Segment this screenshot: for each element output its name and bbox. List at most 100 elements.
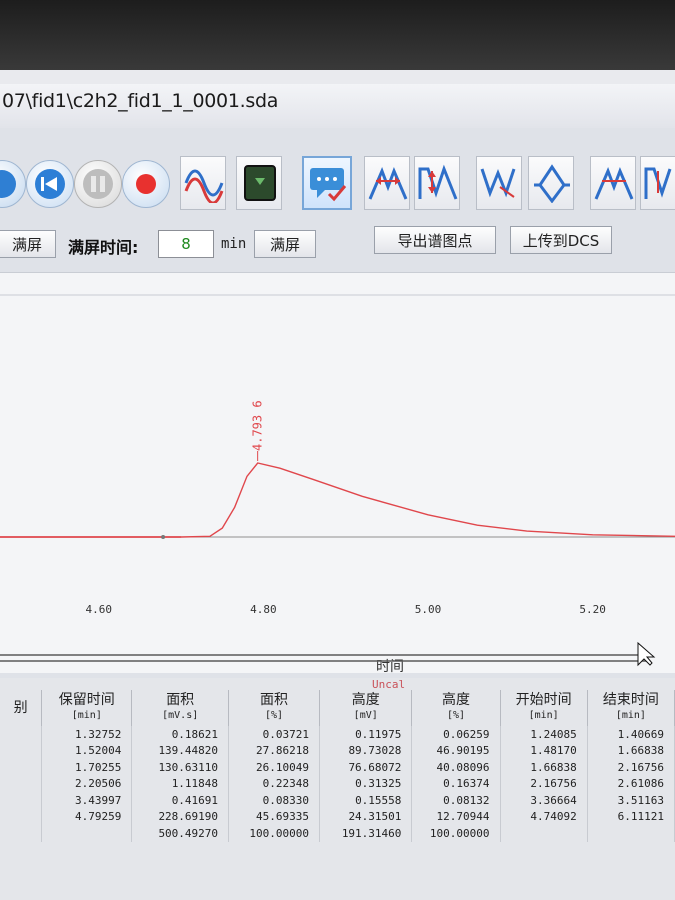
table-header-cell[interactable]: 别 [0, 690, 43, 726]
table-header-cell[interactable]: 面积 [mV.s] [131, 690, 230, 726]
table-cell: 0.18621 [131, 726, 230, 743]
fullscreen-time-input[interactable]: 8 [158, 230, 214, 258]
peak-join-2-button[interactable] [640, 156, 675, 210]
chat-icon [310, 168, 347, 202]
x-tick-label: 5.20 [579, 603, 606, 616]
chat-button[interactable] [302, 156, 352, 210]
table-header-cell[interactable]: 结束时间 [min] [587, 690, 675, 726]
table-cell: 46.90195 [411, 742, 501, 759]
table-cell: 4.74092 [500, 808, 588, 825]
upload-dcs-button[interactable]: 上传到DCS [510, 226, 612, 254]
table-cell: 40.08096 [411, 759, 501, 776]
header-unit: [min] [71, 710, 102, 721]
table-cell: 1.24085 [500, 726, 588, 743]
table-row[interactable]: 500.49270 100.00000 191.31460 100.00000 [0, 825, 675, 842]
table-cell: 1.40669 [587, 726, 675, 743]
wave-button[interactable] [180, 156, 226, 210]
results-panel: Uncal 别保留时间 [min] 面积 [mV.s] 面积 [%] 高度 [mV] 高度 [%]… [0, 678, 675, 900]
header-title: 高度 [351, 692, 380, 708]
table-cell [0, 759, 43, 776]
chromatogram-chart[interactable]: 4.60 4.80 5.00 5.20 时间 4.793 6 [0, 273, 675, 675]
record-button[interactable] [122, 160, 170, 208]
peak-split-2-icon [594, 166, 634, 200]
table-cell: 1.70255 [41, 759, 133, 776]
table-cell [0, 792, 43, 809]
peak-join-icon [418, 164, 458, 200]
header-unit: [%] [446, 710, 465, 721]
table-cell: 1.48170 [500, 742, 588, 759]
chromatogram-panel: 4.60 4.80 5.00 5.20 时间 4.793 6 [0, 272, 675, 675]
table-cell: 191.31460 [319, 825, 413, 842]
table-cell: 26.10049 [228, 759, 321, 776]
table-row[interactable]: 1.32752 0.18621 0.03721 0.11975 0.06259 1.240… [0, 726, 675, 743]
control-row: 满屏 满屏时间: 8 min 满屏 导出谱图点 上传到DCS [0, 224, 675, 264]
table-cell: 1.52004 [41, 742, 133, 759]
table-cell: 0.16374 [411, 775, 501, 792]
table-cell: 130.63110 [131, 759, 230, 776]
table-cell: 0.11975 [319, 726, 413, 743]
x-tick-label: 5.00 [415, 603, 442, 616]
x-tick-label: 4.60 [86, 603, 113, 616]
fullscreen-time-label: 满屏时间: [68, 238, 139, 257]
back-icon-glyph [0, 170, 16, 198]
diamond-button[interactable] [528, 156, 574, 210]
header-title: 开始时间 [515, 692, 572, 708]
table-row[interactable]: 4.79259 228.69190 45.69335 24.31501 12.70944… [0, 808, 675, 825]
table-cell [0, 808, 43, 825]
header-title: 保留时间 [58, 692, 115, 708]
fullscreen-button[interactable]: 满屏 [254, 230, 316, 258]
table-cell: 500.49270 [131, 825, 230, 842]
table-body: 1.32752 0.18621 0.03721 0.11975 0.06259 1.240… [0, 726, 675, 842]
table-header-cell[interactable]: 高度 [mV] [319, 690, 413, 726]
mouse-cursor-icon [637, 641, 656, 667]
table-cell: 45.69335 [228, 808, 321, 825]
fullscreen-left-button[interactable]: 满屏 [0, 230, 56, 258]
peak-split-button[interactable] [364, 156, 410, 210]
table-cell: 76.68072 [319, 759, 413, 776]
monitor-bezel [0, 0, 675, 72]
toolbar [0, 156, 675, 226]
table-cell: 1.11848 [131, 775, 230, 792]
peak-split-2-button[interactable] [590, 156, 636, 210]
table-header-cell[interactable]: 面积 [%] [228, 690, 321, 726]
back-icon[interactable] [0, 160, 26, 208]
table-row[interactable]: 2.20506 1.11848 0.22348 0.31325 0.16374 2.167… [0, 775, 675, 792]
table-cell: 0.31325 [319, 775, 413, 792]
table-row[interactable]: 1.70255 130.63110 26.10049 76.68072 40.08096… [0, 759, 675, 776]
table-cell: 0.08132 [411, 792, 501, 809]
table-cell: 0.15558 [319, 792, 413, 809]
header-title: 结束时间 [602, 692, 659, 708]
x-tick-label: 4.80 [250, 603, 277, 616]
peak-label: 4.793 6 [251, 400, 265, 451]
pause-button[interactable] [74, 160, 122, 208]
table-cell: 3.43997 [41, 792, 133, 809]
header-title: 面积 [260, 692, 289, 708]
table-row[interactable]: 3.43997 0.41691 0.08330 0.15558 0.08132 3.366… [0, 792, 675, 809]
chromatogram-series-line [0, 462, 675, 538]
table-cell: 100.00000 [411, 825, 501, 842]
header-unit: [%] [265, 710, 284, 721]
export-points-button[interactable]: 导出谱图点 [374, 226, 496, 254]
valley-icon [480, 168, 516, 198]
table-cell: 1.66838 [500, 759, 588, 776]
table-header-cell[interactable]: 高度 [%] [411, 690, 501, 726]
work-area: 满屏 满屏时间: 8 min 满屏 导出谱图点 上传到DCS 4.60 4.80 5… [0, 128, 675, 900]
table-row[interactable]: 1.52004 139.44820 27.86218 89.73028 46.90195… [0, 742, 675, 759]
table-cell: 0.41691 [131, 792, 230, 809]
header-unit: [min] [615, 710, 646, 721]
x-tick-labels: 4.60 4.80 5.00 5.20 [86, 603, 606, 616]
peak-join-button[interactable] [414, 156, 460, 210]
table-header-cell[interactable]: 开始时间 [min] [500, 690, 588, 726]
square-button[interactable] [236, 156, 282, 210]
rewind-button[interactable] [26, 160, 74, 208]
header-title: 高度 [441, 692, 470, 708]
table-header-cell[interactable]: 保留时间 [min] [41, 690, 133, 726]
table-cell [500, 825, 588, 842]
table-cell: 0.03721 [228, 726, 321, 743]
valley-button[interactable] [476, 156, 522, 210]
table-cell: 12.70944 [411, 808, 501, 825]
table-header-row: 别 保留时间 [min] 面积 [mV.s] 面积 [%] 高度 [mV] 高度 [%] 开始时间 [m… [0, 690, 675, 726]
wave-icon [184, 169, 224, 203]
table-cell [0, 726, 43, 743]
table-cell [0, 775, 43, 792]
